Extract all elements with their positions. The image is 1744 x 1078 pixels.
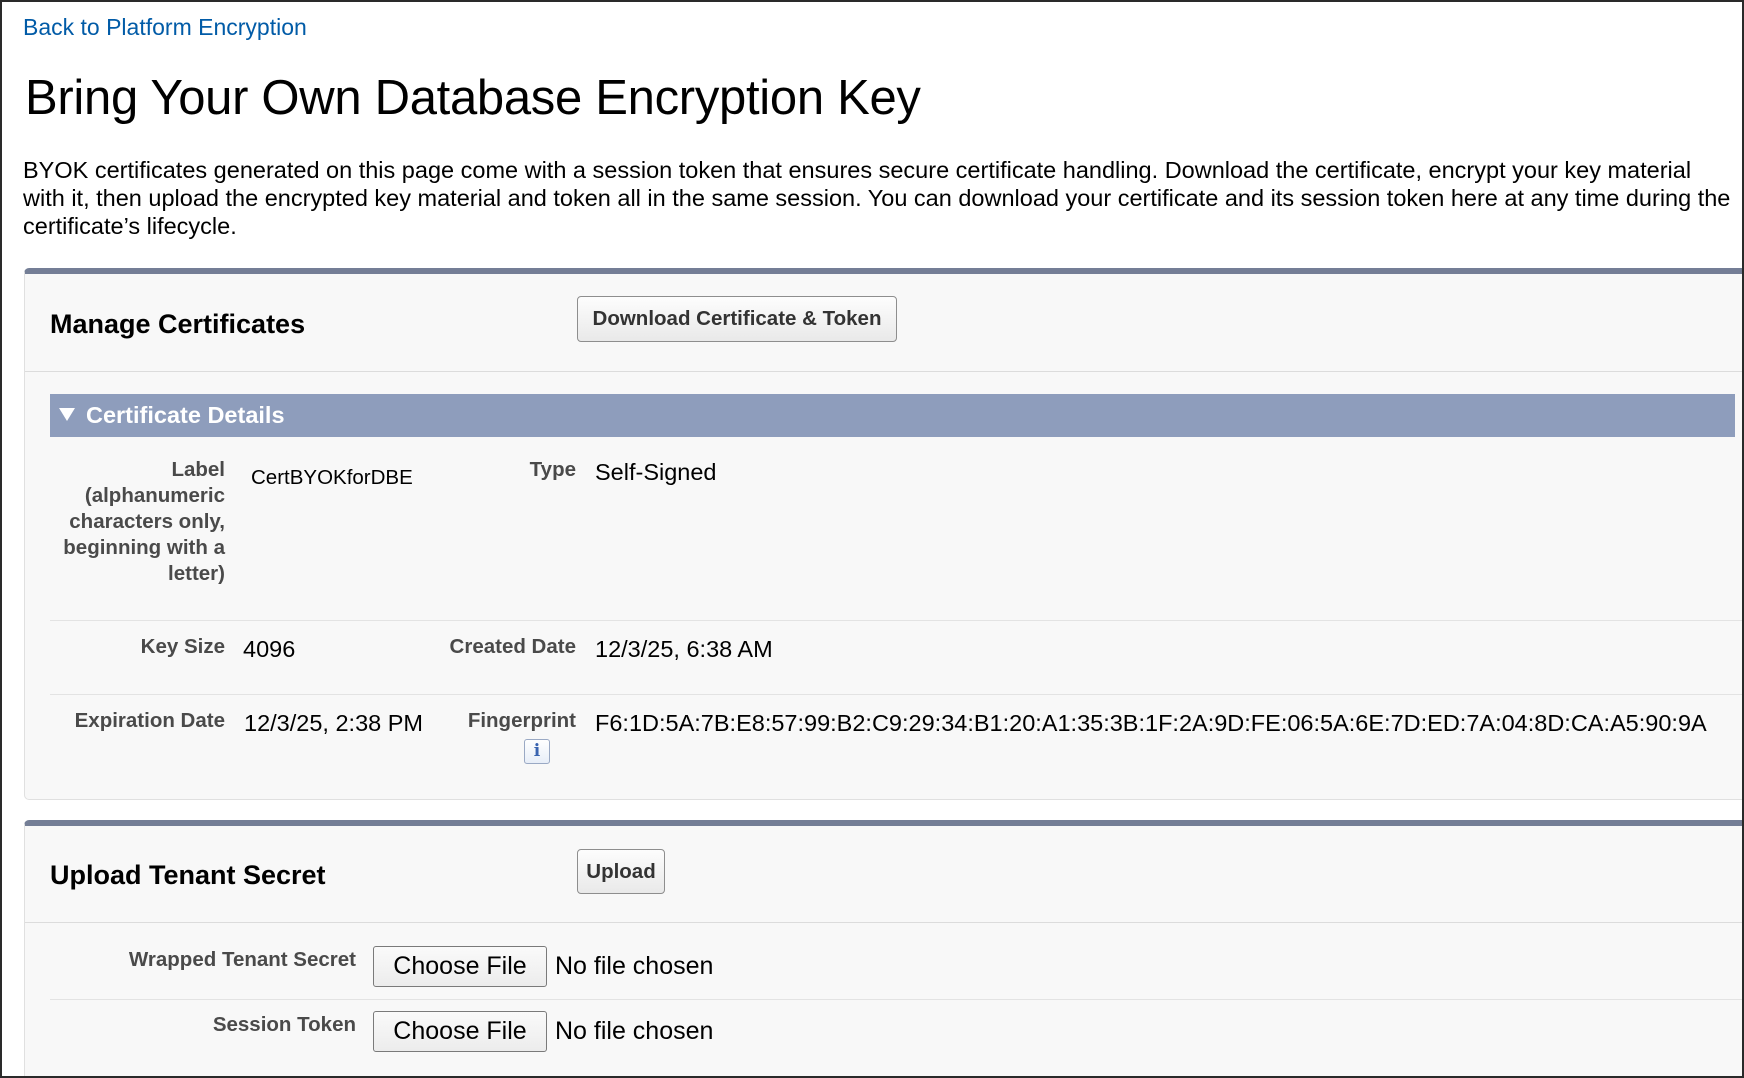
fingerprint-field-value: F6:1D:5A:7B:E8:57:99:B2:C9:29:34:B1:20:A… — [595, 710, 1707, 736]
back-to-platform-encryption-link[interactable]: Back to Platform Encryption — [23, 14, 307, 41]
page-frame: Back to Platform Encryption Bring Your O… — [0, 0, 1744, 1078]
label-field-label: Label (alphanumeric characters only, beg… — [63, 458, 225, 585]
row-divider — [50, 620, 1742, 621]
wrapped-tenant-secret-label: Wrapped Tenant Secret — [128, 948, 356, 971]
wrapped-tenant-secret-choose-file-button[interactable]: Choose File — [373, 946, 547, 987]
type-field-label: Type — [529, 458, 576, 481]
wrapped-tenant-secret-file-status: No file chosen — [555, 952, 714, 980]
key-size-field-value: 4096 — [243, 636, 296, 662]
created-date-field-label: Created Date — [449, 635, 576, 658]
manage-certificates-title: Manage Certificates — [50, 309, 306, 339]
session-token-file-status: No file chosen — [555, 1017, 714, 1045]
created-date-field-value: 12/3/25, 6:38 AM — [595, 636, 773, 662]
upload-tenant-secret-header: Upload Tenant Secret Upload — [25, 826, 1742, 923]
page-title: Bring Your Own Database Encryption Key — [25, 71, 921, 125]
expiration-date-field-label: Expiration Date — [74, 709, 225, 732]
certificate-details-section-header[interactable]: Certificate Details — [50, 394, 1735, 437]
upload-tenant-secret-panel: Upload Tenant Secret Upload Wrapped Tena… — [24, 820, 1742, 1076]
manage-certificates-header: Manage Certificates Download Certificate… — [25, 274, 1742, 372]
row-divider — [50, 999, 1742, 1000]
label-field-value: CertBYOKforDBE — [251, 466, 413, 489]
certificate-details-title: Certificate Details — [86, 402, 285, 428]
row-divider — [50, 694, 1742, 695]
type-field-value: Self-Signed — [595, 459, 717, 485]
fingerprint-field-label: Fingerprint — [467, 709, 576, 732]
triangle-down-icon — [59, 408, 75, 421]
session-token-label: Session Token — [212, 1013, 356, 1036]
expiration-date-field-value: 12/3/25, 2:38 PM — [244, 710, 423, 736]
info-icon[interactable]: i — [524, 739, 550, 764]
manage-certificates-panel: Manage Certificates Download Certificate… — [24, 268, 1742, 800]
upload-button[interactable]: Upload — [577, 849, 665, 894]
key-size-field-label: Key Size — [140, 635, 225, 658]
session-token-choose-file-button[interactable]: Choose File — [373, 1011, 547, 1052]
download-certificate-token-button[interactable]: Download Certificate & Token — [577, 296, 897, 342]
page-description: BYOK certificates generated on this page… — [23, 157, 1731, 239]
upload-tenant-secret-title: Upload Tenant Secret — [50, 860, 326, 890]
